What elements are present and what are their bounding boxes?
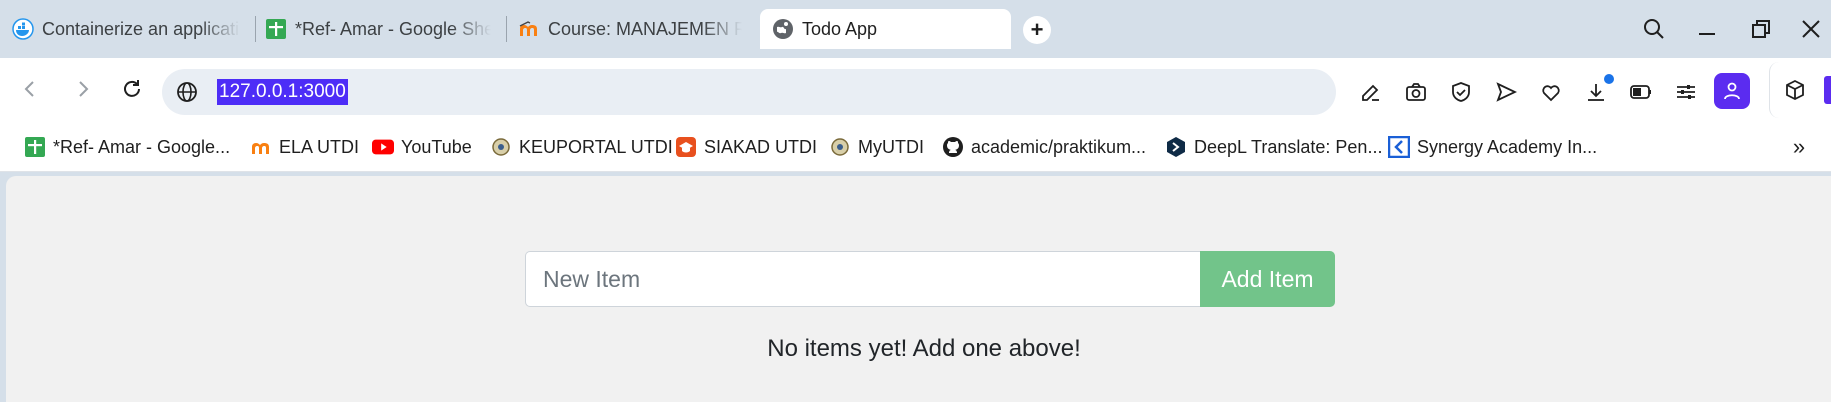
tab-moodle-course[interactable]: Course: MANAJEMEN RES — [506, 10, 754, 48]
panel-accent — [1824, 76, 1831, 104]
siakad-icon — [675, 136, 697, 158]
bookmarks-bar: *Ref- Amar - Google... ELA UTDI YouTube … — [0, 120, 1831, 172]
bookmark-label: MyUTDI — [858, 136, 924, 157]
page-viewport: Add Item No items yet! Add one above! — [6, 176, 1831, 402]
youtube-icon — [372, 136, 394, 158]
globe-icon — [772, 18, 794, 40]
screenshot-button[interactable] — [1399, 75, 1433, 109]
site-info-icon[interactable] — [176, 81, 198, 103]
add-item-button[interactable]: Add Item — [1200, 251, 1335, 307]
more-bookmarks-button[interactable]: » — [1784, 134, 1814, 160]
tab-docker[interactable]: Containerize an applicatio — [0, 10, 252, 48]
vpn-shield-button[interactable] — [1444, 75, 1478, 109]
google-sheets-icon — [24, 136, 46, 158]
plus-icon: + — [1030, 17, 1044, 42]
synergy-icon — [1388, 136, 1410, 158]
tab-google-sheets[interactable]: *Ref- Amar - Google Shee — [253, 10, 503, 48]
close-icon — [1802, 20, 1820, 38]
bookmark-label: KEUPORTAL UTDI — [519, 136, 673, 157]
bookmark-github-academic[interactable]: academic/praktikum... — [942, 134, 1146, 160]
bookmark-ela-utdi[interactable]: ELA UTDI — [250, 134, 359, 160]
tab-label: Containerize an applicatio — [42, 18, 240, 39]
profile-button[interactable] — [1714, 73, 1750, 109]
reload-icon — [124, 80, 140, 97]
moodle-icon — [518, 18, 540, 40]
bookmark-deepl[interactable]: DeepL Translate: Pen... — [1165, 134, 1382, 160]
docker-icon — [12, 18, 34, 40]
bookmark-siakad[interactable]: SIAKAD UTDI — [675, 134, 817, 160]
google-sheets-icon — [265, 18, 287, 40]
tab-label: Todo App — [802, 18, 878, 39]
battery-saver-button[interactable] — [1624, 75, 1658, 109]
minimize-icon — [1699, 33, 1715, 35]
favorites-button[interactable] — [1534, 75, 1568, 109]
github-icon — [942, 136, 964, 158]
restore-button[interactable] — [1741, 12, 1781, 46]
search-tabs-button[interactable] — [1634, 12, 1674, 46]
deepl-icon — [1165, 136, 1187, 158]
new-item-input[interactable] — [525, 251, 1200, 307]
shield-check-icon — [1452, 82, 1470, 102]
arrow-left-icon — [24, 81, 34, 97]
bookmark-label: Synergy Academy In... — [1417, 136, 1598, 157]
bookmark-label: *Ref- Amar - Google... — [53, 136, 231, 157]
address-bar[interactable]: 127.0.0.1:3000 — [162, 69, 1336, 115]
back-button[interactable] — [13, 72, 47, 106]
bookmark-ref-amar[interactable]: *Ref- Amar - Google... — [24, 134, 230, 160]
add-item-form: Add Item — [525, 251, 1335, 307]
bookmark-label: ELA UTDI — [279, 136, 360, 157]
url-text[interactable]: 127.0.0.1:3000 — [217, 79, 348, 105]
empty-state-message: No items yet! Add one above! — [767, 335, 1081, 362]
minimize-button[interactable] — [1687, 12, 1727, 46]
user-icon — [1724, 82, 1740, 100]
close-window-button[interactable] — [1791, 12, 1831, 46]
tab-todo-app[interactable]: Todo App — [760, 9, 1011, 49]
arrow-right-icon — [79, 81, 89, 97]
tab-strip: Containerize an applicatio *Ref- Amar - … — [0, 0, 1831, 58]
moodle-icon — [250, 136, 272, 158]
bookmark-label: academic/praktikum... — [971, 136, 1147, 157]
download-badge — [1604, 74, 1614, 84]
bookmark-keuportal[interactable]: KEUPORTAL UTDI — [490, 134, 673, 160]
edit-icon — [1362, 84, 1379, 101]
bookmark-label: SIAKAD UTDI — [704, 136, 818, 157]
chevron-double-right-icon: » — [1792, 134, 1806, 159]
sidebar-panel-tab[interactable] — [1769, 62, 1831, 118]
new-tab-button[interactable]: + — [1023, 16, 1051, 44]
battery-icon — [1630, 85, 1651, 99]
sliders-icon — [1677, 85, 1695, 99]
heart-icon — [1542, 85, 1560, 102]
tab-label: *Ref- Amar - Google Shee — [295, 18, 491, 39]
forward-button[interactable] — [66, 72, 100, 106]
cube-icon — [1786, 79, 1804, 101]
utdi-logo-icon — [490, 136, 512, 158]
bookmark-label: YouTube — [401, 136, 472, 157]
restore-icon — [1752, 20, 1770, 38]
download-icon — [1588, 84, 1604, 101]
send-icon — [1496, 82, 1517, 102]
camera-icon — [1406, 83, 1426, 101]
edit-page-button[interactable] — [1354, 75, 1388, 109]
bookmark-synergy[interactable]: Synergy Academy In... — [1388, 134, 1597, 160]
customize-button[interactable] — [1669, 75, 1703, 109]
bookmark-youtube[interactable]: YouTube — [372, 134, 472, 160]
extensions-button[interactable] — [1778, 73, 1812, 107]
bookmark-myutdi[interactable]: MyUTDI — [829, 134, 924, 160]
search-icon — [1644, 19, 1664, 39]
bookmark-label: DeepL Translate: Pen... — [1194, 136, 1383, 157]
reload-button[interactable] — [115, 72, 149, 106]
utdi-logo-icon — [829, 136, 851, 158]
send-button[interactable] — [1489, 75, 1523, 109]
tab-label: Course: MANAJEMEN RES — [548, 18, 742, 39]
